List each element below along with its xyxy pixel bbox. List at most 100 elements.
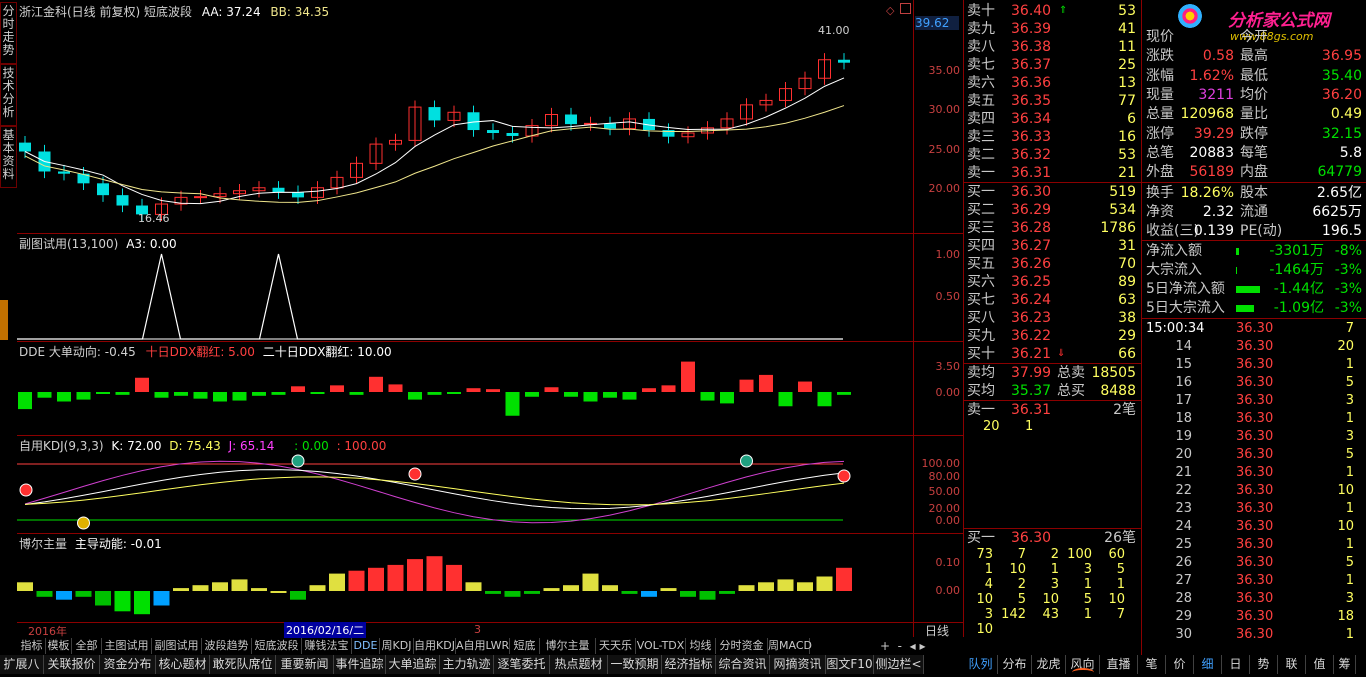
- sidebar-tab-fundamentals[interactable]: 基本资料: [0, 126, 17, 188]
- indicator-tab[interactable]: 自用KDJ: [414, 638, 456, 654]
- level-volume: 13: [1118, 75, 1136, 91]
- sidebar-expand-handle[interactable]: [0, 300, 8, 340]
- right-tab[interactable]: 联: [1278, 655, 1306, 674]
- dde-bar: [291, 386, 305, 392]
- tab-scroll-icons[interactable]: + - ◂ ▸: [880, 638, 964, 654]
- indicator-tab[interactable]: 周MACD: [768, 638, 812, 654]
- candle: [584, 116, 597, 131]
- logo: 分析家公式网 www.88gs.com: [1142, 0, 1366, 43]
- nav-tab[interactable]: 大单追踪: [386, 655, 440, 674]
- boer-bar: [173, 588, 189, 591]
- sidebar-tab-intraday[interactable]: 分时走势: [0, 2, 17, 64]
- nav-tab[interactable]: 敢死队席位: [210, 655, 276, 674]
- nav-tab[interactable]: 关联报价: [44, 655, 100, 674]
- indicator-tab[interactable]: DDE: [352, 638, 380, 654]
- tick-time: 20: [1175, 447, 1192, 462]
- tick-time: 15:00:34: [1146, 321, 1205, 336]
- level-label: 卖十: [967, 3, 995, 19]
- buy1-price: 36.30: [1011, 530, 1052, 546]
- candle: [720, 112, 734, 135]
- nav-tab[interactable]: 核心题材: [156, 655, 210, 674]
- sell1-count: 2笔: [1113, 402, 1136, 418]
- tick-time: 28: [1175, 591, 1192, 606]
- nav-tab[interactable]: 侧边栏<: [874, 655, 924, 674]
- tick-volume: 3: [1345, 393, 1354, 408]
- indicator-tab[interactable]: 博尔主量: [540, 638, 596, 654]
- tick-time: 27: [1175, 573, 1192, 588]
- stat-value: 5.8: [1339, 144, 1362, 161]
- right-tab[interactable]: 价: [1166, 655, 1194, 674]
- right-tab[interactable]: 筹: [1334, 655, 1356, 674]
- indicator-tab[interactable]: 天天乐: [596, 638, 636, 654]
- dde-bar: [759, 374, 773, 392]
- buy1-count: 26笔: [1104, 530, 1136, 546]
- nav-tab[interactable]: 逐笔委托: [494, 655, 550, 674]
- right-tab[interactable]: 势: [1250, 655, 1278, 674]
- sidebar-tab-technical[interactable]: 技术分析: [0, 64, 17, 126]
- boer-chart[interactable]: [17, 548, 913, 622]
- nav-tab[interactable]: 经济指标: [662, 655, 716, 674]
- indicator-tab[interactable]: 指标: [18, 638, 46, 654]
- indicator-tab[interactable]: 短底波段: [252, 638, 302, 654]
- level-price: 36.37: [1011, 57, 1052, 73]
- nav-tab[interactable]: 事件追踪: [334, 655, 386, 674]
- indicator-tab[interactable]: 波段趋势: [202, 638, 252, 654]
- level-volume: 41: [1118, 21, 1136, 37]
- period-mode[interactable]: 日线: [925, 622, 949, 639]
- dde-bar: [681, 361, 695, 392]
- right-tab[interactable]: 队列: [964, 655, 998, 674]
- queue-qty: 1: [1050, 562, 1059, 577]
- dde-bar: [115, 392, 130, 395]
- indicator-tab[interactable]: 赚钱法宝: [302, 638, 352, 654]
- queue-qty: 7: [1116, 607, 1125, 622]
- queue-qty: 5: [1116, 562, 1125, 577]
- main-candle-chart[interactable]: [17, 14, 913, 234]
- level-label: 卖二: [967, 147, 995, 163]
- candle: [623, 112, 636, 136]
- boer-bar: [407, 559, 423, 591]
- indicator-tab[interactable]: 分时资金: [716, 638, 768, 654]
- nav-tab[interactable]: 综合资讯: [716, 655, 770, 674]
- nav-tab[interactable]: 网摘资讯: [770, 655, 826, 674]
- kdj-chart[interactable]: [17, 450, 913, 534]
- right-tab[interactable]: 笔: [1138, 655, 1166, 674]
- nav-tab[interactable]: 重要新闻: [276, 655, 334, 674]
- indicator-tab[interactable]: 短底: [510, 638, 540, 654]
- level-label: 卖八: [967, 39, 995, 55]
- nav-tab[interactable]: 图文F10: [826, 655, 874, 674]
- candle: [389, 133, 402, 151]
- queue-qty: 10: [976, 592, 993, 607]
- indicator-tab[interactable]: 周KDJ: [380, 638, 414, 654]
- stat-value: 2.65亿: [1316, 185, 1362, 201]
- right-tab[interactable]: 分布: [998, 655, 1032, 674]
- right-tab[interactable]: 细: [1194, 655, 1222, 674]
- indicator-tab[interactable]: VOL-TDX: [636, 638, 686, 654]
- nav-tab[interactable]: 资金分布: [100, 655, 156, 674]
- nav-tab[interactable]: 一致预期: [608, 655, 662, 674]
- right-tab[interactable]: 值: [1306, 655, 1334, 674]
- chart-close-icon[interactable]: [900, 3, 911, 14]
- indicator-tab[interactable]: 模板: [46, 638, 72, 654]
- boer-bar: [738, 585, 755, 591]
- dde-bar: [544, 387, 559, 392]
- indicator-tab[interactable]: 全部: [72, 638, 102, 654]
- nav-tab[interactable]: 主力轨迹: [440, 655, 494, 674]
- right-tab[interactable]: 龙虎: [1032, 655, 1066, 674]
- indicator-tab[interactable]: 主图试用: [102, 638, 152, 654]
- nav-tab[interactable]: 热点题材: [550, 655, 608, 674]
- scroll-handle[interactable]: [1072, 668, 1094, 677]
- level-volume: 1786: [1100, 220, 1136, 236]
- tick-price: 36.30: [1236, 429, 1274, 444]
- flow-row: 大宗流入 -1464万 -3%: [1144, 261, 1366, 280]
- right-tab[interactable]: 直播: [1100, 655, 1138, 674]
- indicator-tab[interactable]: 均线: [686, 638, 716, 654]
- sub1-chart[interactable]: [17, 248, 913, 342]
- indicator-tab[interactable]: A自用LWR: [456, 638, 510, 654]
- indicator-tab[interactable]: 副图试用: [152, 638, 202, 654]
- right-tab[interactable]: 日: [1222, 655, 1250, 674]
- queue-qty: 5: [1083, 592, 1092, 607]
- level-volume: 6: [1127, 111, 1136, 127]
- flow-bar: [1236, 305, 1254, 312]
- dde-chart[interactable]: [17, 356, 913, 436]
- nav-tab[interactable]: 扩展八: [0, 655, 44, 674]
